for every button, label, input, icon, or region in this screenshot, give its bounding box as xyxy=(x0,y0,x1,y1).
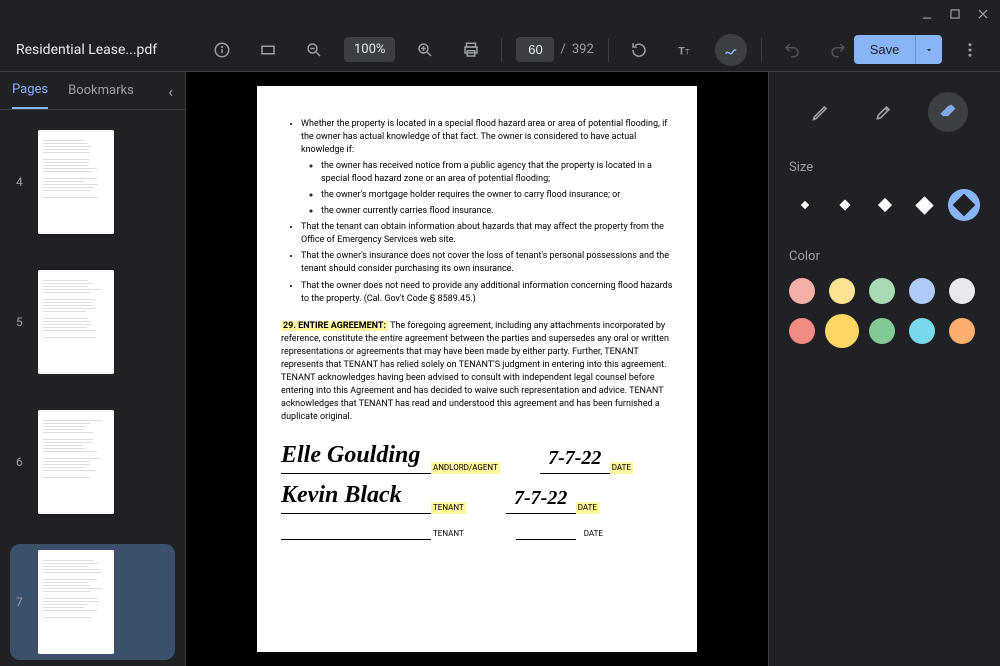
file-name: Residential Lease...pdf xyxy=(16,42,196,58)
text-icon[interactable]: TT xyxy=(669,34,701,66)
tab-pages[interactable]: Pages xyxy=(12,82,48,109)
zoom-level[interactable]: 100% xyxy=(344,37,395,62)
color-label: Color xyxy=(789,249,980,264)
document-page: Whether the property is located in a spe… xyxy=(257,86,697,652)
annotation-panel: Size Color xyxy=(768,72,1000,666)
thumbnail-page-6[interactable]: 6 xyxy=(10,404,175,520)
more-icon[interactable] xyxy=(956,34,984,66)
pen-tool[interactable] xyxy=(801,92,841,132)
signature-landlord: Elle Goulding xyxy=(281,438,431,474)
size-option-1[interactable] xyxy=(829,189,861,221)
page-input[interactable] xyxy=(516,37,554,62)
eraser-tool[interactable] xyxy=(928,92,968,132)
save-button-group: Save xyxy=(854,35,943,64)
redo-icon[interactable] xyxy=(822,34,854,66)
color-option-2[interactable] xyxy=(869,278,895,304)
top-toolbar: Residential Lease...pdf 100% / 392 TT Sa… xyxy=(0,28,1000,72)
page-indicator: / 392 xyxy=(516,37,593,62)
collapse-sidebar-icon[interactable]: ‹ xyxy=(168,82,173,109)
color-option-3[interactable] xyxy=(909,278,935,304)
thumbnail-page-5[interactable]: 5 xyxy=(10,264,175,380)
minimize-icon[interactable] xyxy=(920,7,934,21)
left-sidebar: Pages Bookmarks ‹ 4 5 6 7 xyxy=(0,72,186,666)
size-option-3[interactable] xyxy=(908,189,940,221)
signature-tenant: Kevin Black xyxy=(281,478,421,514)
section-body: The foregoing agreement, including any a… xyxy=(281,321,669,422)
color-option-5[interactable] xyxy=(789,318,815,344)
svg-text:T: T xyxy=(678,44,685,57)
document-viewer[interactable]: Whether the property is located in a spe… xyxy=(186,72,768,666)
color-option-0[interactable] xyxy=(789,278,815,304)
highlighter-tool[interactable] xyxy=(864,92,904,132)
maximize-icon[interactable] xyxy=(948,7,962,21)
thumbnail-list: 4 5 6 7 xyxy=(0,110,185,666)
size-option-2[interactable] xyxy=(869,189,901,221)
save-button[interactable]: Save xyxy=(854,35,916,64)
color-option-9[interactable] xyxy=(949,318,975,344)
fit-width-icon[interactable] xyxy=(252,34,284,66)
tab-bookmarks[interactable]: Bookmarks xyxy=(68,83,134,108)
zoom-out-icon[interactable] xyxy=(298,34,330,66)
svg-text:T: T xyxy=(685,47,690,56)
page-total: 392 xyxy=(572,42,594,57)
color-option-1[interactable] xyxy=(829,278,855,304)
info-icon[interactable] xyxy=(206,34,238,66)
color-option-8[interactable] xyxy=(909,318,935,344)
size-option-4[interactable] xyxy=(948,189,980,221)
section-heading: 29. ENTIRE AGREEMENT: xyxy=(281,321,388,331)
color-option-6[interactable] xyxy=(825,314,859,348)
window-controls xyxy=(0,0,1000,28)
zoom-in-icon[interactable] xyxy=(409,34,441,66)
thumbnail-page-4[interactable]: 4 xyxy=(10,124,175,240)
close-icon[interactable] xyxy=(976,7,990,21)
rotate-icon[interactable] xyxy=(623,34,655,66)
size-option-0[interactable] xyxy=(789,189,821,221)
print-icon[interactable] xyxy=(455,34,487,66)
save-dropdown[interactable] xyxy=(915,35,942,64)
color-option-4[interactable] xyxy=(949,278,975,304)
draw-icon[interactable] xyxy=(715,34,747,66)
undo-icon[interactable] xyxy=(776,34,808,66)
size-label: Size xyxy=(789,160,980,175)
color-option-7[interactable] xyxy=(869,318,895,344)
thumbnail-page-7[interactable]: 7 xyxy=(10,544,175,660)
